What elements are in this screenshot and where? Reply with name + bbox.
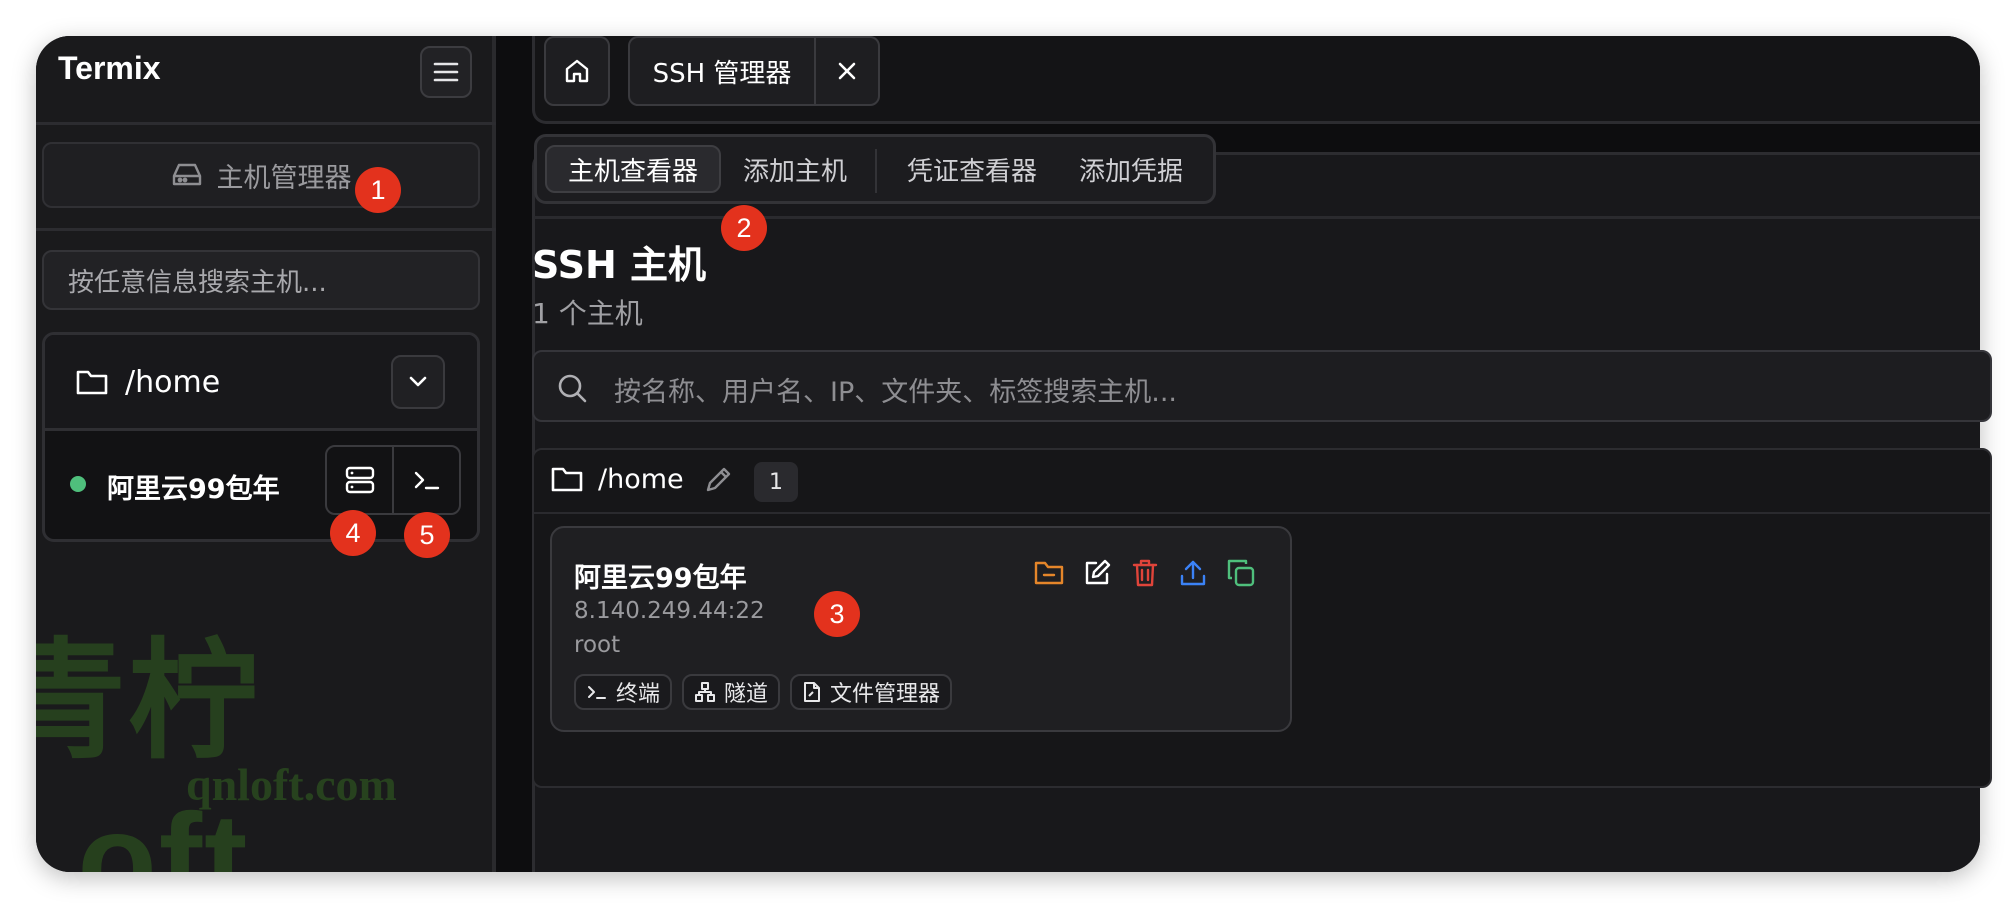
divider [36,122,496,125]
file-manager-chip-label: 文件管理器 [830,682,941,707]
folder-icon [76,370,108,395]
watermark-site: qnloft.com [186,759,397,810]
menu-button[interactable] [420,46,472,98]
terminal-icon [414,471,439,490]
home-tab[interactable] [544,36,610,106]
network-icon [695,682,716,702]
tunnel-chip[interactable]: 隧道 [682,674,781,710]
file-icon [804,682,821,702]
folder-group-header: /home 1 [534,450,1990,514]
host-card-user: root [574,632,621,658]
annotation-badge-4: 4 [330,510,376,556]
subtab-bar: 主机查看器 添加主机 凭证查看器 添加凭据 [534,134,1216,204]
tab-close-button[interactable] [814,38,878,104]
file-manager-chip[interactable]: 文件管理器 [790,674,953,710]
terminal-chip-label: 终端 [616,682,661,707]
folder-minus-button[interactable] [1032,556,1066,590]
page-title: SSH 主机 [532,243,707,287]
search-icon [558,374,587,403]
home-icon [565,59,589,83]
subtab-divider [875,149,877,193]
sidebar-search-input[interactable]: 按任意信息搜索主机... [42,250,480,310]
sidebar: Termix 主机管理器 按任意信息搜索主机... /home 阿里云99包年 [36,36,496,872]
host-action-group [325,445,461,515]
copy-button[interactable] [1224,556,1258,590]
divider [36,228,496,231]
host-search-input[interactable]: 按名称、用户名、IP、文件夹、标签搜索主机... [532,350,1992,422]
annotation-badge-1: 1 [355,167,401,213]
host-count-badge: 1 [754,462,798,502]
folder-group-name: /home [598,464,684,495]
pencil-icon[interactable] [702,464,734,496]
host-card[interactable]: 阿里云99包年 8.140.249.44:22 root 终端 隧道 文件管理器 [550,526,1292,732]
folder-collapse-button[interactable] [391,355,445,409]
edit-button[interactable] [1080,556,1114,590]
annotation-badge-3: 3 [814,591,860,637]
app-brand: Termix [58,50,161,86]
tab-add-credential[interactable]: 添加凭据 [1061,145,1201,193]
online-status-dot [70,476,86,492]
host-count-text: 1 个主机 [532,297,643,330]
sidebar-search-placeholder: 按任意信息搜索主机... [68,267,327,298]
folder-minus-icon [1034,561,1064,585]
edit-icon [1085,559,1111,585]
annotation-badge-2: 2 [721,205,767,251]
tab-host-viewer[interactable]: 主机查看器 [545,145,721,193]
chevron-down-icon [409,376,427,387]
tab-ssh-manager[interactable]: SSH 管理器 [628,36,880,106]
tab-credential-viewer[interactable]: 凭证查看器 [887,145,1057,193]
folder-section: /home 阿里云99包年 [42,332,480,542]
host-card-name: 阿里云99包年 [574,563,747,594]
hard-drive-icon [172,163,201,186]
folder-name: /home [125,365,221,400]
watermark-logo: 青柠Loft [36,628,261,872]
tab-label: SSH 管理器 [652,58,792,89]
upload-icon [1180,560,1206,586]
server-button[interactable] [327,447,392,513]
tunnel-chip-label: 隧道 [724,682,769,707]
folder-header[interactable]: /home [45,335,477,431]
annotation-badge-5: 5 [404,512,450,558]
host-manager-button[interactable]: 主机管理器 [42,142,480,208]
server-icon [345,466,374,494]
host-card-actions [1032,556,1258,590]
tab-add-host[interactable]: 添加主机 [725,145,865,193]
close-icon [838,62,856,80]
copy-icon [1227,559,1255,587]
host-search-placeholder: 按名称、用户名、IP、文件夹、标签搜索主机... [614,377,1177,408]
terminal-chip[interactable]: 终端 [574,674,673,710]
sidebar-host-name: 阿里云99包年 [107,474,280,505]
trash-icon [1132,559,1158,587]
folder-icon [551,467,583,492]
host-card-address: 8.140.249.44:22 [574,598,765,624]
upload-button[interactable] [1176,556,1210,590]
hamburger-icon [433,62,459,82]
host-manager-label: 主机管理器 [216,162,352,194]
terminal-button[interactable] [392,447,459,513]
terminal-icon [588,686,606,699]
host-card-chips: 终端 隧道 文件管理器 [574,674,953,710]
delete-button[interactable] [1128,556,1162,590]
